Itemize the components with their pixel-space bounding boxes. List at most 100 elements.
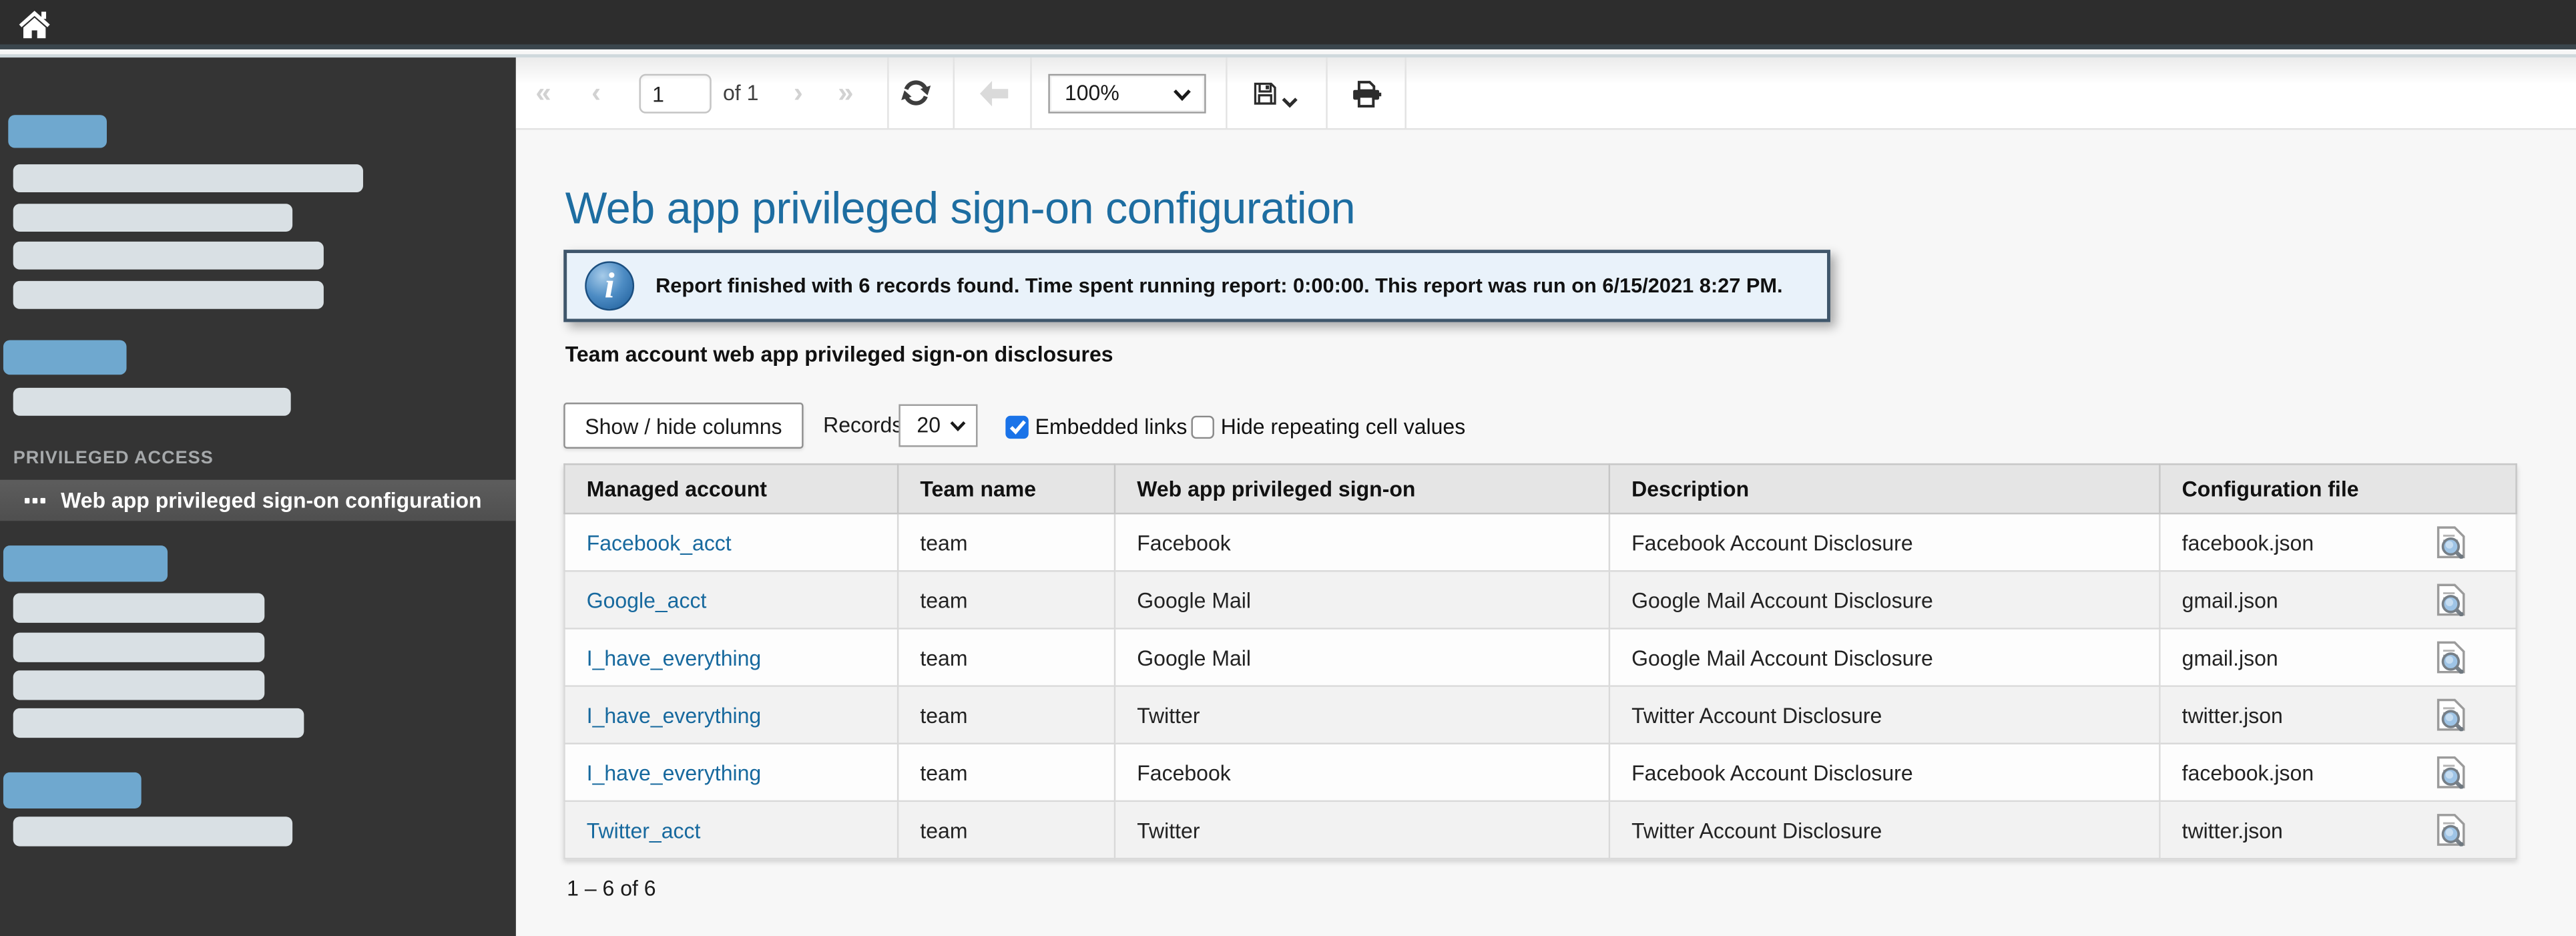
chevron-down-icon [950,421,967,432]
toolbar-separator [1226,57,1227,130]
top-bar [0,0,2576,49]
stage: PRIVILEGED ACCESS Web app privileged sig… [0,0,2576,936]
previous-page-button[interactable]: ‹ [591,57,601,130]
show-hide-columns-button[interactable]: Show / hide columns [563,403,803,449]
table-row: Google_acctteamGoogle MailGoogle Mail Ac… [564,571,2516,628]
column-header[interactable]: Team name [898,464,1115,513]
print-icon [1350,79,1382,115]
cell-configuration-file: gmail.json [2159,571,2516,628]
report-info-banner: i Report finished with 6 records found. … [563,250,1830,322]
records-per-page-value: 20 [917,413,941,437]
toolbar-separator [887,57,888,130]
column-header[interactable]: Configuration file [2159,464,2516,513]
sidebar-redacted-item[interactable] [13,708,304,738]
cell-managed-account-link[interactable]: I_have_everything [564,628,898,686]
print-button[interactable] [1350,79,1382,115]
column-header[interactable]: Description [1609,464,2160,513]
save-menu-button[interactable] [1282,89,1298,113]
cell-managed-account-link[interactable]: I_have_everything [564,686,898,744]
toolbar-separator [953,57,955,130]
hide-repeating-label: Hide repeating cell values [1221,403,1465,452]
table-row: Twitter_acctteamTwitterTwitter Account D… [564,801,2516,859]
cell-web-app: Facebook [1115,513,1609,571]
page-title: Web app privileged sign-on configuration [565,184,1355,235]
cell-team-name: team [898,801,1115,859]
preview-configuration-icon[interactable] [2436,698,2466,731]
cell-configuration-file: twitter.json [2159,801,2516,859]
sidebar-redacted-item[interactable] [13,388,291,416]
toolbar-separator [1404,57,1406,130]
cell-team-name: team [898,744,1115,801]
zoom-level-value: 100% [1065,81,1119,105]
zoom-level-select[interactable]: 100% [1048,74,1206,113]
sidebar-redacted-item[interactable] [13,281,324,309]
cell-managed-account-link[interactable]: Twitter_acct [564,801,898,859]
records-label: Records [823,403,903,449]
refresh-icon [900,77,932,113]
cell-description: Twitter Account Disclosure [1609,686,2160,744]
cell-description: Google Mail Account Disclosure [1609,628,2160,686]
cell-team-name: team [898,571,1115,628]
sidebar-redacted-item[interactable] [13,816,292,846]
cell-description: Facebook Account Disclosure [1609,513,2160,571]
cell-web-app: Google Mail [1115,571,1609,628]
next-page-button[interactable]: › [794,57,803,130]
info-icon: i [585,261,634,310]
records-per-page-select[interactable]: 20 [898,404,977,447]
sidebar-redacted-item[interactable] [13,164,363,192]
cell-managed-account-link[interactable]: Google_acct [564,571,898,628]
sidebar-section-privileged-access: PRIVILEGED ACCESS [13,449,214,469]
last-page-button[interactable]: » [838,57,853,130]
first-page-button[interactable]: « [535,57,551,130]
preview-configuration-icon[interactable] [2436,756,2466,788]
cell-managed-account-link[interactable]: I_have_everything [564,744,898,801]
sidebar-redacted-item[interactable] [13,594,265,623]
sidebar-redacted-item[interactable] [3,772,142,808]
toolbar-separator [1030,57,1031,130]
cell-web-app: Facebook [1115,744,1609,801]
cell-configuration-file: facebook.json [2159,513,2516,571]
preview-configuration-icon[interactable] [2436,583,2466,616]
sidebar-item-web-app-privileged-sign-on[interactable]: Web app privileged sign-on configuration [0,480,516,521]
cell-team-name: team [898,686,1115,744]
home-button[interactable] [13,5,56,47]
cell-managed-account-link[interactable]: Facebook_acct [564,513,898,571]
page-total-label: of 1 [723,57,758,130]
preview-configuration-icon[interactable] [2436,813,2466,846]
cell-web-app: Google Mail [1115,628,1609,686]
refresh-button[interactable] [900,77,932,113]
hide-repeating-checkbox[interactable] [1191,416,1214,439]
preview-configuration-icon[interactable] [2436,526,2466,559]
table-row: I_have_everythingteamGoogle MailGoogle M… [564,628,2516,686]
table-row: I_have_everythingteamTwitterTwitter Acco… [564,686,2516,744]
embedded-links-label: Embedded links [1035,403,1188,452]
report-status-message: Report finished with 6 records found. Ti… [656,253,1783,318]
sidebar-redacted-item[interactable] [13,670,265,700]
sidebar-redacted-item[interactable] [13,242,324,270]
cell-description: Twitter Account Disclosure [1609,801,2160,859]
embedded-links-checkbox[interactable] [1005,416,1028,439]
checkmark-icon [1008,419,1026,436]
column-header[interactable]: Managed account [564,464,898,513]
cell-configuration-file: twitter.json [2159,686,2516,744]
cell-web-app: Twitter [1115,686,1609,744]
save-icon [1252,81,1278,112]
app-window: PRIVILEGED ACCESS Web app privileged sig… [0,0,2576,936]
preview-configuration-icon[interactable] [2436,641,2466,674]
back-arrow-icon [978,79,1011,113]
page-number-input[interactable] [639,74,711,113]
sidebar-redacted-item[interactable] [3,545,168,581]
cell-web-app: Twitter [1115,801,1609,859]
cell-configuration-file: gmail.json [2159,628,2516,686]
sidebar-redacted-item[interactable] [8,115,107,148]
back-button[interactable] [978,79,1011,113]
cell-configuration-file: facebook.json [2159,744,2516,801]
report-toolbar: « ‹ of 1 › » [516,57,2576,130]
sidebar-redacted-item[interactable] [3,340,127,375]
save-button[interactable] [1252,81,1278,112]
toolbar-separator [1326,57,1327,130]
report-subtitle: Team account web app privileged sign-on … [565,342,1113,367]
column-header[interactable]: Web app privileged sign-on [1115,464,1609,513]
sidebar-redacted-item[interactable] [13,204,292,232]
sidebar-redacted-item[interactable] [13,633,265,662]
